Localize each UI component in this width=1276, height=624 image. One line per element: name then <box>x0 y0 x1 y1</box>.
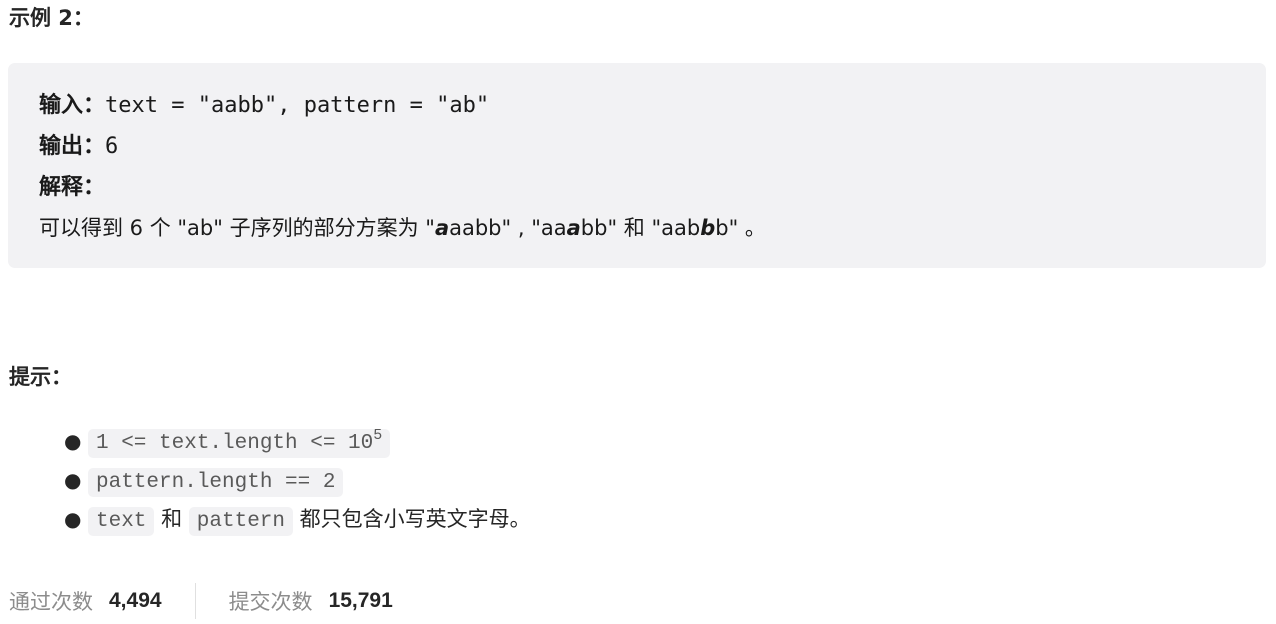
option1-bold: a <box>434 216 450 240</box>
hint-item: ● pattern.length == 2 <box>64 461 531 500</box>
explanation-prefix: 可以得到 6 个 "ab" 子序列的部分方案为 <box>39 216 426 240</box>
hint-item: ● text 和 pattern 都只包含小写英文字母。 <box>64 500 531 539</box>
hint-code-text: text <box>88 507 155 536</box>
option2-bold: a <box>566 216 581 240</box>
output-line: 输出：6 <box>39 126 1266 167</box>
separator-1: , <box>511 216 532 240</box>
explanation-label-line: 解释： <box>39 167 1266 208</box>
hint-code: 1 <= text.length <= 105 <box>88 427 391 458</box>
input-label: 输入： <box>39 93 106 118</box>
input-line: 输入：text = "aabb", pattern = "ab" <box>39 85 1266 126</box>
input-value: text = "aabb", pattern = "ab" <box>105 93 490 118</box>
hint-tail: 都只包含小写英文字母。 <box>293 507 531 531</box>
output-value: 6 <box>105 134 119 159</box>
separator-2: 和 <box>617 216 652 240</box>
stats-divider <box>194 583 196 619</box>
example-title: 示例 2： <box>9 6 94 30</box>
option2-rest: bb" <box>580 216 618 240</box>
bullet-icon: ● <box>64 429 82 453</box>
option2-pre: "aa <box>531 216 567 240</box>
output-label: 输出： <box>39 134 106 159</box>
hints-title: 提示： <box>9 365 72 389</box>
option1-open: " <box>425 216 435 240</box>
hint-connector: 和 <box>154 507 189 531</box>
explanation-text: 可以得到 6 个 "ab" 子序列的部分方案为 "aaabb" , "aaabb… <box>39 208 1266 249</box>
hint-code-text: 1 <= text.length <= 10 <box>96 432 374 455</box>
submissions-label: 提交次数 <box>228 590 313 614</box>
hint-code-pattern: pattern <box>188 507 293 536</box>
bullet-icon: ● <box>64 468 82 492</box>
example-code-block: 输入：text = "aabb", pattern = "ab" 输出：6 解释… <box>8 63 1266 268</box>
explanation-suffix: 。 <box>738 216 766 240</box>
accepted-label: 通过次数 <box>9 590 93 614</box>
submission-stats: 通过次数 4,494 提交次数 15,791 <box>9 582 393 620</box>
bullet-icon: ● <box>64 507 82 531</box>
submissions-value: 15,791 <box>328 589 393 612</box>
option3-rest: b" <box>715 216 739 240</box>
hints-list: ● 1 <= text.length <= 105 ● pattern.leng… <box>64 422 531 539</box>
hint-item: ● 1 <= text.length <= 105 <box>64 422 531 461</box>
explanation-label: 解释： <box>39 175 106 200</box>
hint-code: pattern.length == 2 <box>88 468 344 497</box>
hint-code-sup: 5 <box>373 427 383 444</box>
option3-pre: "aab <box>651 216 701 240</box>
accepted-value: 4,494 <box>109 589 162 612</box>
option1-rest: aabb" <box>449 216 512 240</box>
option3-bold: b <box>700 216 716 240</box>
